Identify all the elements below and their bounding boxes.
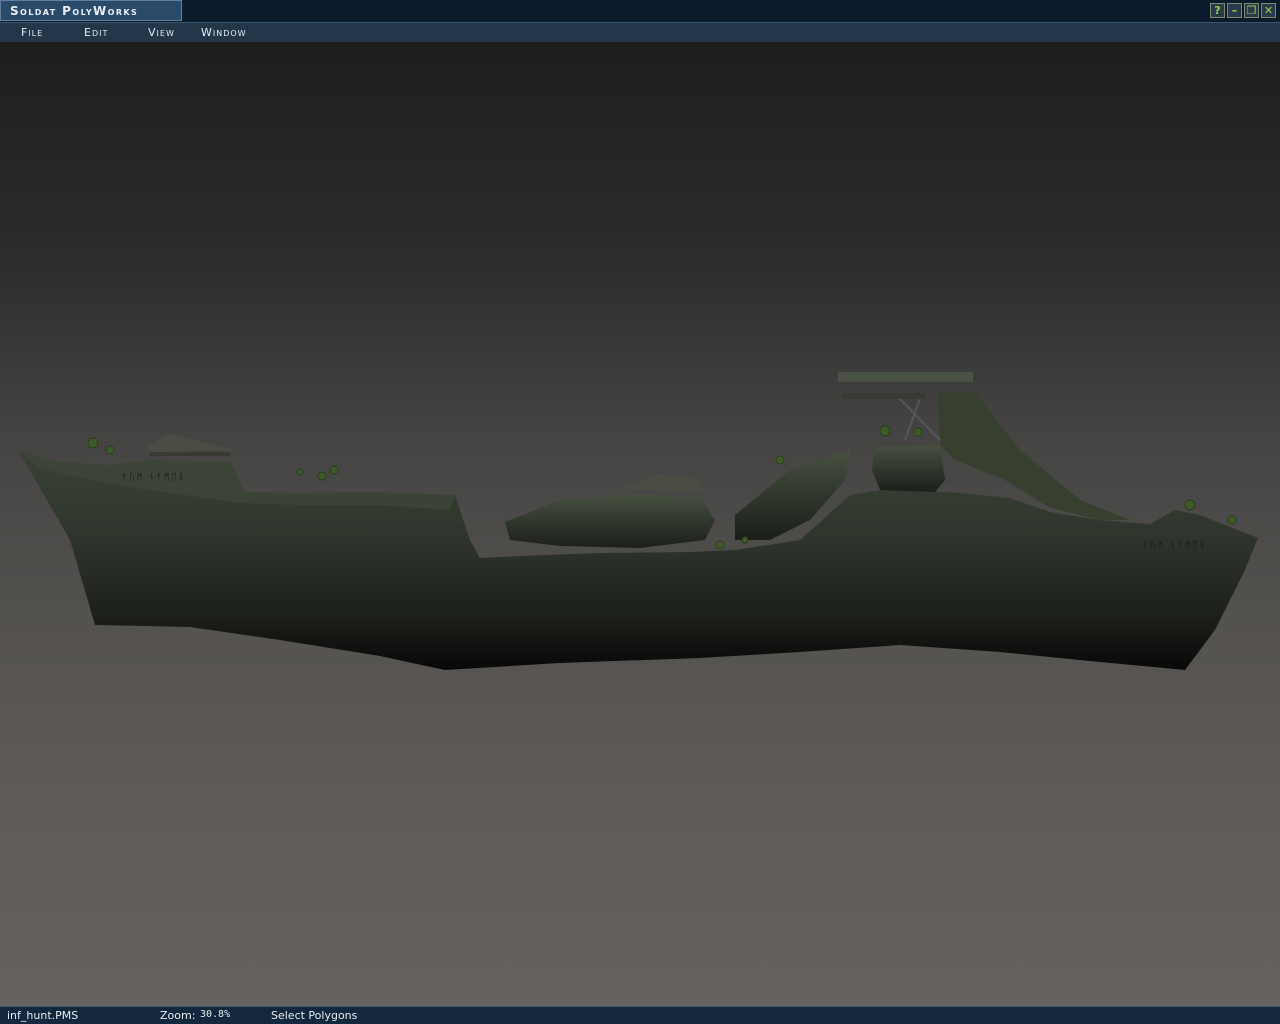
status-tool-mode: Select Polygons [271,1009,358,1022]
hut-left-floor [150,452,230,456]
hut-left-roof [145,434,235,452]
title-bar: Soldat PolyWorks ? – ❐ ✕ [0,0,1280,22]
help-button[interactable]: ? [1210,3,1225,18]
minimize-button[interactable]: – [1227,3,1242,18]
status-bar: inf_hunt.PMS Zoom: 30.8% Select Polygons [0,1006,1280,1024]
close-button[interactable]: ✕ [1261,3,1276,18]
menu-bar: File Edit View Window [0,22,1280,42]
restore-button[interactable]: ❐ [1244,3,1259,18]
app-title-tab: Soldat PolyWorks [0,0,182,21]
map-canvas[interactable]: ᚠᚢᛗ ᚾᚨᛗᛖᚱ ᚠᚢᛗ ᚾᚨᛗᛖᚱ [0,42,1280,1006]
upper-right-block [872,445,945,492]
menu-edit[interactable]: Edit [84,26,108,39]
app-title: Soldat PolyWorks [10,4,139,18]
tower-platform [843,393,925,399]
status-zoom-value: 30.8% [200,1009,231,1020]
map-render: ᚠᚢᛗ ᚾᚨᛗᛖᚱ ᚠᚢᛗ ᚾᚨᛗᛖᚱ [18,372,1258,670]
status-zoom-label: Zoom: [160,1009,196,1022]
menu-file[interactable]: File [21,26,43,39]
status-file-name: inf_hunt.PMS [7,1009,79,1022]
scenery-inscription-right: ᚠᚢᛗ ᚾᚨᛗᛖᚱ [1143,540,1207,551]
menu-window[interactable]: Window [201,26,247,39]
window-controls: ? – ❐ ✕ [1210,3,1276,18]
scenery-inscription-left: ᚠᚢᛗ ᚾᚨᛗᛖᚱ [122,472,186,483]
floating-island-middle [505,494,715,548]
menu-view[interactable]: View [148,26,175,39]
hut-middle-roof [630,474,702,492]
tower-roof [838,372,973,382]
